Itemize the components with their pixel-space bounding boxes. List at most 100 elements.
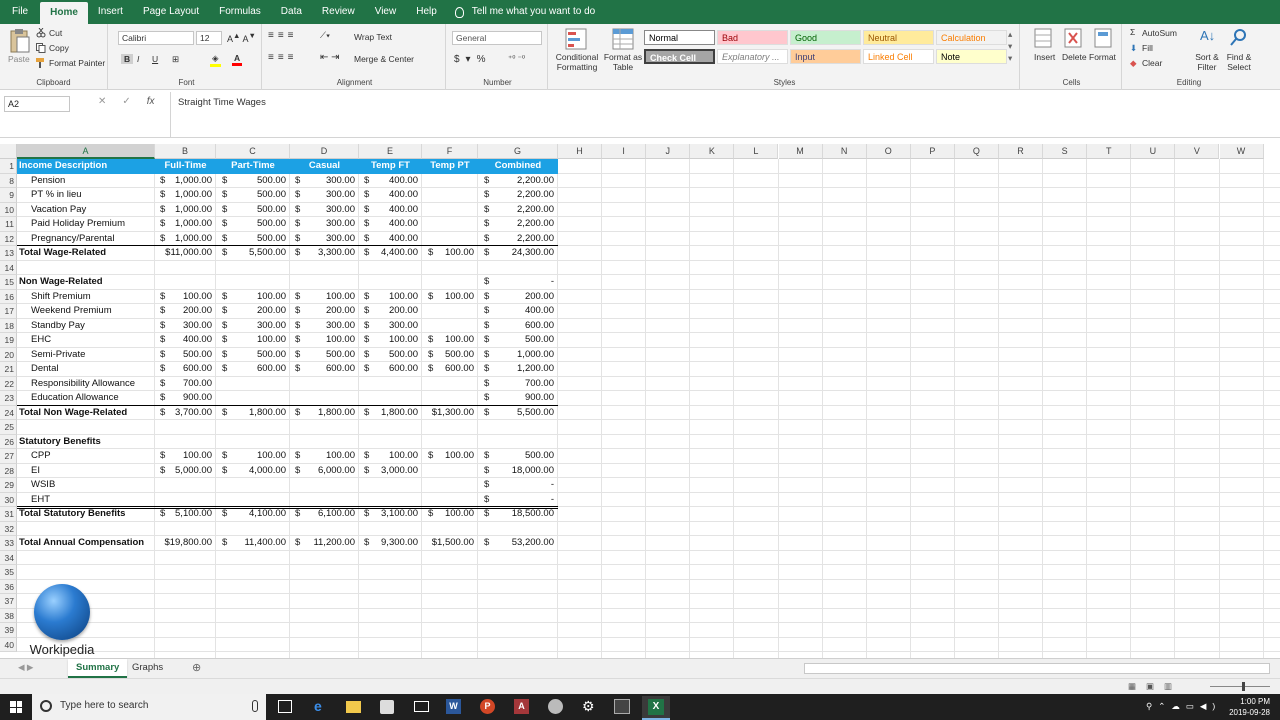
row-header-9[interactable]: 9 <box>0 188 17 203</box>
income-description-cell[interactable]: Dental <box>31 362 58 377</box>
value-cell-c[interactable]: 4,000.00 <box>216 464 286 479</box>
column-header-e[interactable]: E <box>359 144 422 159</box>
column-header-g[interactable]: G <box>478 144 558 159</box>
format-button[interactable]: Format <box>1089 52 1116 62</box>
row-header-22[interactable]: 22 <box>0 376 17 391</box>
file-explorer-icon[interactable] <box>346 701 361 713</box>
font-name-dropdown[interactable]: Calibri <box>118 31 194 45</box>
row-header-29[interactable]: 29 <box>0 478 17 493</box>
header-full-time[interactable]: Full-Time <box>155 159 216 174</box>
sort-filter-button[interactable]: Sort & Filter <box>1192 52 1222 72</box>
row-header-30[interactable]: 30 <box>0 492 17 507</box>
value-cell-e[interactable]: 400.00 <box>359 203 418 218</box>
cell-style-good[interactable]: Good <box>790 30 861 45</box>
row-header-15[interactable]: 15 <box>0 275 17 290</box>
value-cell-c[interactable]: 500.00 <box>216 217 286 232</box>
header-temp-pt[interactable]: Temp PT <box>422 159 478 174</box>
fill-button[interactable]: Fill <box>1142 43 1153 53</box>
header-income-description[interactable]: Income Description <box>17 159 155 174</box>
value-cell-e[interactable]: 4,400.00 <box>359 246 418 261</box>
value-cell-c[interactable]: 5,500.00 <box>216 246 286 261</box>
column-header-k[interactable]: K <box>690 144 735 159</box>
value-cell-g[interactable]: 1,000.00 <box>478 348 554 363</box>
value-cell-b[interactable]: 100.00 <box>155 290 212 305</box>
system-tray-icons[interactable]: ⚲⌃☁▭◀) <box>1146 701 1221 712</box>
select-all-corner[interactable] <box>0 144 17 159</box>
formula-input[interactable]: Straight Time Wages <box>178 97 266 108</box>
row-header-11[interactable]: 11 <box>0 217 17 232</box>
row-header-16[interactable]: 16 <box>0 289 17 304</box>
value-cell-f[interactable]: 100.00 <box>422 507 474 522</box>
window-app-icon[interactable] <box>614 699 630 714</box>
value-cell-d[interactable]: 100.00 <box>290 290 355 305</box>
value-cell-g[interactable]: 24,300.00 <box>478 246 554 261</box>
header-combined[interactable]: Combined <box>478 159 558 174</box>
value-cell-g[interactable]: 500.00 <box>478 333 554 348</box>
value-cell-d[interactable]: 500.00 <box>290 348 355 363</box>
value-cell-e[interactable]: 3,100.00 <box>359 507 418 522</box>
cell-style-neutral[interactable]: Neutral <box>863 30 934 45</box>
value-cell-e[interactable]: 400.00 <box>359 174 418 189</box>
row-header-20[interactable]: 20 <box>0 347 17 362</box>
row-header-21[interactable]: 21 <box>0 362 17 377</box>
underline-button[interactable]: U <box>152 54 158 64</box>
column-header-i[interactable]: I <box>602 144 647 159</box>
income-description-cell[interactable]: Standby Pay <box>31 319 85 334</box>
value-cell-d[interactable]: 6,100.00 <box>290 507 355 522</box>
column-header-f[interactable]: F <box>422 144 478 159</box>
worksheet-grid[interactable]: A B C D E F G H I J K L M N O P Q R S T U V W 1 Income Descripti… <box>0 144 1280 658</box>
value-cell-b[interactable]: 1,000.00 <box>155 174 212 189</box>
row-header-38[interactable]: 38 <box>0 608 17 623</box>
value-cell-e[interactable]: 100.00 <box>359 449 418 464</box>
format-as-table-button[interactable]: Format as Table <box>600 52 646 72</box>
row-header-39[interactable]: 39 <box>0 623 17 638</box>
value-cell-g[interactable]: - <box>478 478 554 493</box>
income-description-cell[interactable]: Weekend Premium <box>31 304 112 319</box>
microphone-icon[interactable] <box>252 700 258 712</box>
value-cell-g[interactable]: 2,200.00 <box>478 232 554 247</box>
bold-button[interactable]: B <box>121 54 134 64</box>
cell-style-explanatory[interactable]: Explanatory ... <box>717 49 788 64</box>
sheet-nav-icons[interactable]: ◀ ▶ <box>18 662 33 673</box>
value-cell-f[interactable]: 100.00 <box>422 333 474 348</box>
access-icon[interactable]: A <box>514 699 529 714</box>
tell-me-search[interactable]: Tell me what you want to do <box>447 0 595 24</box>
ribbon-tab-home[interactable]: Home <box>40 2 88 24</box>
column-header-o[interactable]: O <box>866 144 911 159</box>
column-header-c[interactable]: C <box>216 144 290 159</box>
income-description-cell[interactable]: Statutory Benefits <box>19 435 101 450</box>
cell-style-normal[interactable]: Normal <box>644 30 715 45</box>
column-header-d[interactable]: D <box>290 144 359 159</box>
value-cell-b[interactable]: 1,000.00 <box>155 217 212 232</box>
value-cell-e[interactable]: 100.00 <box>359 290 418 305</box>
value-cell-e[interactable]: 400.00 <box>359 232 418 247</box>
value-cell-c[interactable]: 500.00 <box>216 203 286 218</box>
value-cell-d[interactable]: 300.00 <box>290 217 355 232</box>
column-header-l[interactable]: L <box>734 144 779 159</box>
column-header-v[interactable]: V <box>1175 144 1220 159</box>
value-cell-d[interactable]: 300.00 <box>290 174 355 189</box>
row-header-8[interactable]: 8 <box>0 173 17 188</box>
row-header-12[interactable]: 12 <box>0 231 17 246</box>
income-description-cell[interactable]: Total Statutory Benefits <box>19 507 125 522</box>
value-cell-c[interactable]: 600.00 <box>216 362 286 377</box>
word-icon[interactable]: W <box>446 699 461 714</box>
value-cell-b[interactable]: 400.00 <box>155 333 212 348</box>
fill-color-icon[interactable]: ◈ <box>210 53 221 67</box>
column-header-n[interactable]: N <box>822 144 867 159</box>
value-cell-c[interactable]: 100.00 <box>216 333 286 348</box>
row-header-36[interactable]: 36 <box>0 579 17 594</box>
value-cell-b[interactable]: 1,000.00 <box>155 188 212 203</box>
column-header-r[interactable]: R <box>999 144 1044 159</box>
row-header-28[interactable]: 28 <box>0 463 17 478</box>
income-description-cell[interactable]: Vacation Pay <box>31 203 86 218</box>
cell-style-check-cell[interactable]: Check Cell <box>644 49 715 64</box>
value-cell-g[interactable]: 500.00 <box>478 449 554 464</box>
value-cell-e[interactable]: 9,300.00 <box>359 536 418 551</box>
mail-icon[interactable] <box>414 701 429 712</box>
conditional-formatting-button[interactable]: Conditional Formatting <box>553 52 601 72</box>
income-description-cell[interactable]: Semi-Private <box>31 348 85 363</box>
value-cell-e[interactable]: 600.00 <box>359 362 418 377</box>
row-header-18[interactable]: 18 <box>0 318 17 333</box>
column-header-b[interactable]: B <box>155 144 216 159</box>
